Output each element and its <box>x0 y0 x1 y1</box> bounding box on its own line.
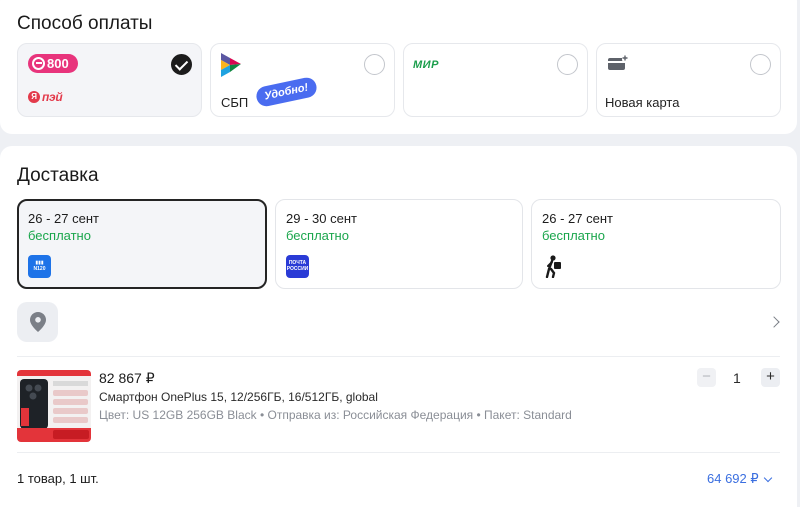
mir-logo-icon: МИР <box>413 59 439 71</box>
new-card-label: Новая карта <box>605 95 680 110</box>
delivery-dates: 29 - 30 сент <box>286 211 357 226</box>
convenient-badge: Удобно! <box>254 75 318 109</box>
delivery-price: бесплатно <box>28 228 91 243</box>
items-summary: 1 товар, 1 шт. <box>17 471 99 486</box>
divider <box>17 452 780 453</box>
product-thumbnail[interactable] <box>17 370 91 442</box>
payment-title: Способ оплаты <box>17 13 153 34</box>
payment-option-mir[interactable]: МИР <box>403 43 588 117</box>
divider <box>17 356 780 357</box>
location-pin-icon <box>29 312 46 332</box>
delivery-price: бесплатно <box>286 228 349 243</box>
courier-icon <box>545 255 561 278</box>
payment-section: Способ оплаты 800 Япэй СБП Удобно! МИР Н… <box>0 0 797 134</box>
total-price: 64 692 ₽ <box>707 471 759 486</box>
add-card-icon <box>608 55 628 70</box>
product-price: 82 867 ₽ <box>99 370 155 386</box>
payment-radio-checked[interactable] <box>171 54 192 75</box>
total-price-toggle[interactable]: 64 692 ₽ <box>707 471 772 487</box>
russian-post-icon: ПОЧТА РОССИИ <box>286 255 309 278</box>
payment-option-sbp[interactable]: СБП Удобно! <box>210 43 395 117</box>
quantity-value: 1 <box>733 370 741 386</box>
delivery-title: Доставка <box>17 165 99 186</box>
delivery-dates: 26 - 27 сент <box>542 211 613 226</box>
sbp-label: СБП <box>221 95 249 110</box>
pickup-point-button[interactable] <box>17 302 58 342</box>
logo-800-icon: 800 <box>28 54 78 73</box>
quantity-increase-button[interactable]: + <box>761 368 780 387</box>
delivery-option[interactable]: 26 - 27 сент бесплатно <box>531 199 781 289</box>
payment-option-800-yapay[interactable]: 800 Япэй <box>17 43 202 117</box>
payment-radio[interactable] <box>557 54 578 75</box>
payment-radio[interactable] <box>364 54 385 75</box>
delivery-option[interactable]: 29 - 30 сент бесплатно ПОЧТА РОССИИ <box>275 199 523 289</box>
delivery-dates: 26 - 27 сент <box>28 211 99 226</box>
product-attributes: Цвет: US 12GB 256GB Black • Отправка из:… <box>99 408 572 422</box>
sbp-logo-icon <box>221 53 241 77</box>
yandex-pay-logo-icon: Япэй <box>28 90 63 104</box>
delivery-price: бесплатно <box>542 228 605 243</box>
quantity-decrease-button[interactable]: − <box>697 368 716 387</box>
payment-option-new-card[interactable]: Новая карта <box>596 43 781 117</box>
chevron-down-icon <box>763 473 772 482</box>
delivery-section: Доставка 26 - 27 сент бесплатно ▮▮▮ N120 … <box>0 146 797 507</box>
payment-radio[interactable] <box>750 54 771 75</box>
delivery-option[interactable]: 26 - 27 сент бесплатно ▮▮▮ N120 <box>17 199 267 289</box>
boxberry-icon: ▮▮▮ N120 <box>28 255 51 278</box>
chevron-right-icon[interactable] <box>768 316 780 328</box>
product-name[interactable]: Смартфон OnePlus 15, 12/256ГБ, 16/512ГБ,… <box>99 390 378 404</box>
